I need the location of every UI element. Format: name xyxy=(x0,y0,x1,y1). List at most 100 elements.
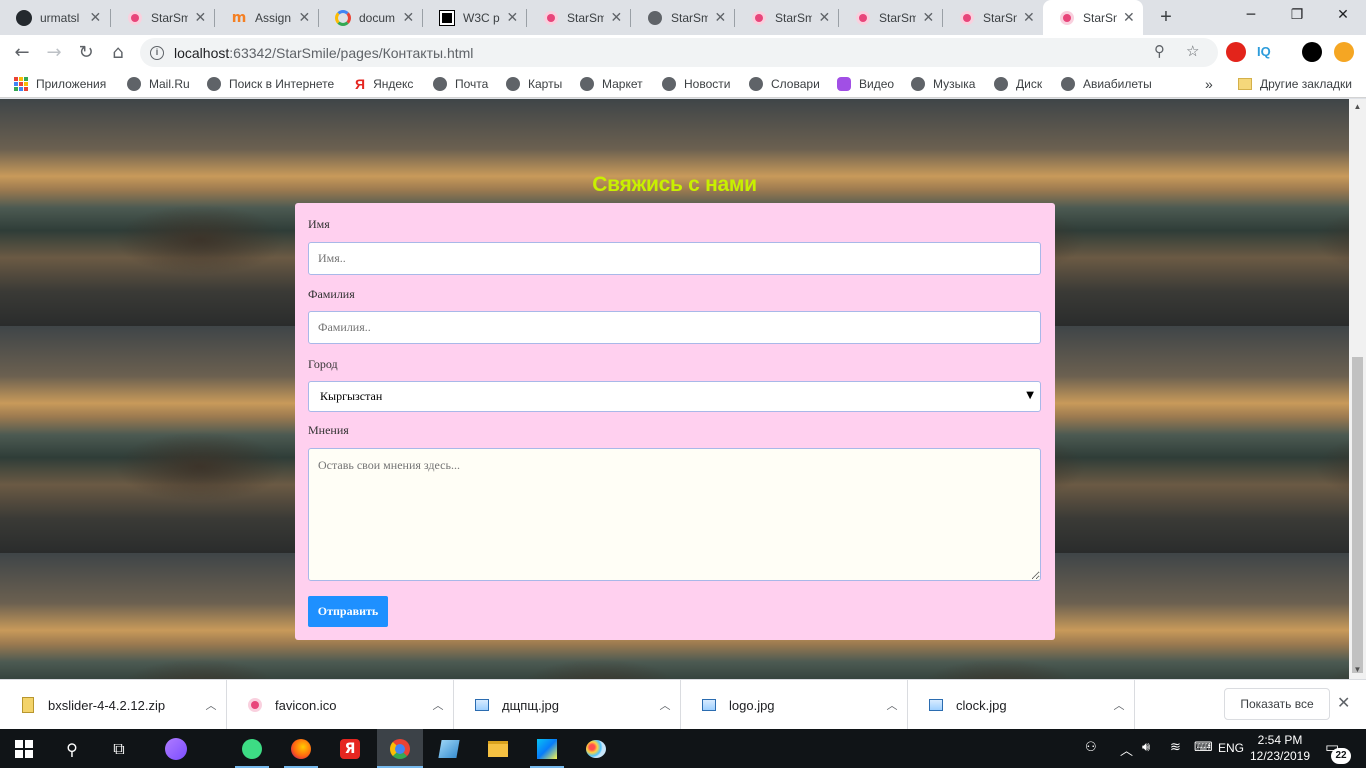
browser-tab[interactable]: StarSm ✕ xyxy=(631,0,735,35)
page-scrollbar[interactable]: ▲ ▼ xyxy=(1349,99,1366,679)
bookmark-apps[interactable]: Приложения xyxy=(14,75,106,93)
close-icon[interactable]: ✕ xyxy=(922,9,935,26)
file-explorer-icon[interactable] xyxy=(486,737,510,761)
close-icon[interactable]: ✕ xyxy=(506,9,519,26)
download-item[interactable]: logo.jpg ︿ xyxy=(681,680,908,730)
bookmarks-overflow-button[interactable]: » xyxy=(1205,75,1213,93)
city-select[interactable]: Кыргызстан ▼ xyxy=(308,381,1041,412)
browser-tab[interactable]: StarSm ✕ xyxy=(527,0,631,35)
chevron-up-icon[interactable]: ︿ xyxy=(423,697,453,713)
alice-assistant-icon[interactable] xyxy=(164,737,188,761)
forward-button[interactable]: → xyxy=(40,39,68,67)
keyboard-icon[interactable]: ⌨ xyxy=(1194,740,1213,755)
last-name-input[interactable] xyxy=(308,311,1041,344)
close-icon[interactable]: ✕ xyxy=(402,9,415,26)
wifi-icon[interactable]: ≋ xyxy=(1170,740,1181,755)
bookmark-item[interactable]: Почта xyxy=(433,75,488,93)
chevron-up-icon[interactable]: ︿ xyxy=(650,697,680,713)
download-item[interactable]: дщпщ.jpg ︿ xyxy=(454,680,681,730)
chevron-up-icon[interactable]: ︿ xyxy=(1120,740,1133,759)
reload-button[interactable]: ↻ xyxy=(72,39,100,67)
bookmark-item[interactable]: Новости xyxy=(662,75,730,93)
info-icon[interactable]: i xyxy=(150,45,164,60)
browser-tab[interactable]: docum ✕ xyxy=(319,0,423,35)
maximize-button[interactable]: ❐ xyxy=(1274,0,1320,30)
download-item[interactable]: clock.jpg ︿ xyxy=(908,680,1135,730)
scrollbar-thumb[interactable] xyxy=(1352,357,1363,673)
bookmark-item[interactable]: Словари xyxy=(749,75,820,93)
bookmark-item[interactable]: Mail.Ru xyxy=(127,75,190,93)
bookmark-item[interactable]: Музыка xyxy=(911,75,975,93)
new-tab-button[interactable]: + xyxy=(1155,6,1177,28)
zoom-icon[interactable]: ⚲ xyxy=(1154,42,1165,60)
extension-icon[interactable] xyxy=(1334,42,1354,62)
download-item[interactable]: favicon.ico ︿ xyxy=(227,680,454,730)
last-name-label: Фамилия xyxy=(308,287,355,301)
close-icon[interactable]: ✕ xyxy=(1123,9,1135,26)
yandex-browser-icon[interactable]: Я xyxy=(338,737,362,761)
chevron-up-icon[interactable]: ︿ xyxy=(877,697,907,713)
task-view-icon[interactable]: ⧉ xyxy=(107,737,131,761)
close-icon[interactable]: ✕ xyxy=(1337,693,1350,712)
minimize-button[interactable]: ─ xyxy=(1228,0,1274,30)
paint-icon[interactable] xyxy=(584,737,608,761)
close-icon[interactable]: ✕ xyxy=(298,9,311,26)
firefox-icon[interactable] xyxy=(289,737,313,761)
close-icon[interactable]: ✕ xyxy=(818,9,831,26)
back-button[interactable]: ← xyxy=(8,39,36,67)
show-all-downloads-button[interactable]: Показать все xyxy=(1224,688,1330,720)
bookmark-item[interactable]: Карты xyxy=(506,75,562,93)
other-bookmarks[interactable]: Другие закладки xyxy=(1238,75,1352,93)
close-window-button[interactable]: ✕ xyxy=(1320,0,1366,30)
volume-icon[interactable]: 🔊︎ xyxy=(1142,740,1150,755)
bookmark-item[interactable]: Я Яндекс xyxy=(355,75,413,93)
browser-tab[interactable]: urmatsl ✕ xyxy=(0,0,111,35)
android-studio-icon[interactable] xyxy=(240,737,264,761)
scroll-up-icon[interactable]: ▲ xyxy=(1349,102,1366,111)
home-button[interactable]: ⌂ xyxy=(104,39,132,67)
download-filename: favicon.ico xyxy=(275,697,337,713)
system-clock[interactable]: 2:54 PM 12/23/2019 xyxy=(1248,732,1312,764)
browser-tab[interactable]: m Assign ✕ xyxy=(215,0,319,35)
download-item[interactable]: bxslider-4-4.2.12.zip ︿ xyxy=(0,680,227,730)
browser-tab[interactable]: StarSm ✕ xyxy=(839,0,943,35)
opinion-textarea[interactable] xyxy=(308,448,1041,581)
submit-button[interactable]: Отправить xyxy=(308,596,388,627)
browser-tab[interactable]: StarSm ✕ xyxy=(111,0,215,35)
download-filename: дщпщ.jpg xyxy=(502,697,559,713)
bookmark-item[interactable]: Диск xyxy=(994,75,1042,93)
search-icon[interactable]: ⚲ xyxy=(60,737,84,761)
close-icon[interactable]: ✕ xyxy=(88,9,103,26)
close-icon[interactable]: ✕ xyxy=(714,9,727,26)
page-viewport: Свяжись с нами Имя Фамилия Город Кыргызс… xyxy=(0,99,1349,679)
address-bar[interactable]: i localhost:63342/StarSmile/pages/Контак… xyxy=(140,38,1218,67)
chrome-icon[interactable] xyxy=(388,737,412,761)
close-icon[interactable]: ✕ xyxy=(610,9,623,26)
tab-title: StarSm xyxy=(671,10,708,25)
site-favicon-icon xyxy=(247,696,263,714)
scroll-down-icon[interactable]: ▼ xyxy=(1349,665,1366,674)
bookmark-item[interactable]: Поиск в Интернете xyxy=(207,75,334,93)
bookmark-item[interactable]: Авиабилеты xyxy=(1061,75,1152,93)
adblock-extension-icon[interactable] xyxy=(1226,42,1246,62)
language-indicator[interactable]: ENG xyxy=(1218,741,1244,755)
browser-tab-active[interactable]: StarSm ✕ xyxy=(1043,0,1143,35)
profile-avatar[interactable] xyxy=(1302,42,1322,62)
globe-icon xyxy=(911,77,925,91)
browser-tab[interactable]: StarSm ✕ xyxy=(943,0,1043,35)
chevron-up-icon[interactable]: ︿ xyxy=(196,697,226,713)
notepad-icon[interactable] xyxy=(437,737,461,761)
windows-start-icon[interactable] xyxy=(12,737,36,761)
close-icon[interactable]: ✕ xyxy=(1023,9,1035,26)
bookmark-item[interactable]: Маркет xyxy=(580,75,643,93)
bookmark-item[interactable]: Видео xyxy=(837,75,894,93)
browser-tab[interactable]: W3C p ✕ xyxy=(423,0,527,35)
close-icon[interactable]: ✕ xyxy=(194,9,207,26)
bookmark-star-icon[interactable]: ☆ xyxy=(1186,42,1199,60)
first-name-input[interactable] xyxy=(308,242,1041,275)
browser-tab[interactable]: StarSm ✕ xyxy=(735,0,839,35)
chevron-up-icon[interactable]: ︿ xyxy=(1104,697,1134,713)
people-icon[interactable]: ⚇ xyxy=(1085,740,1097,755)
iq-extension-icon[interactable]: IQ xyxy=(1257,42,1277,62)
webstorm-icon[interactable] xyxy=(535,737,559,761)
